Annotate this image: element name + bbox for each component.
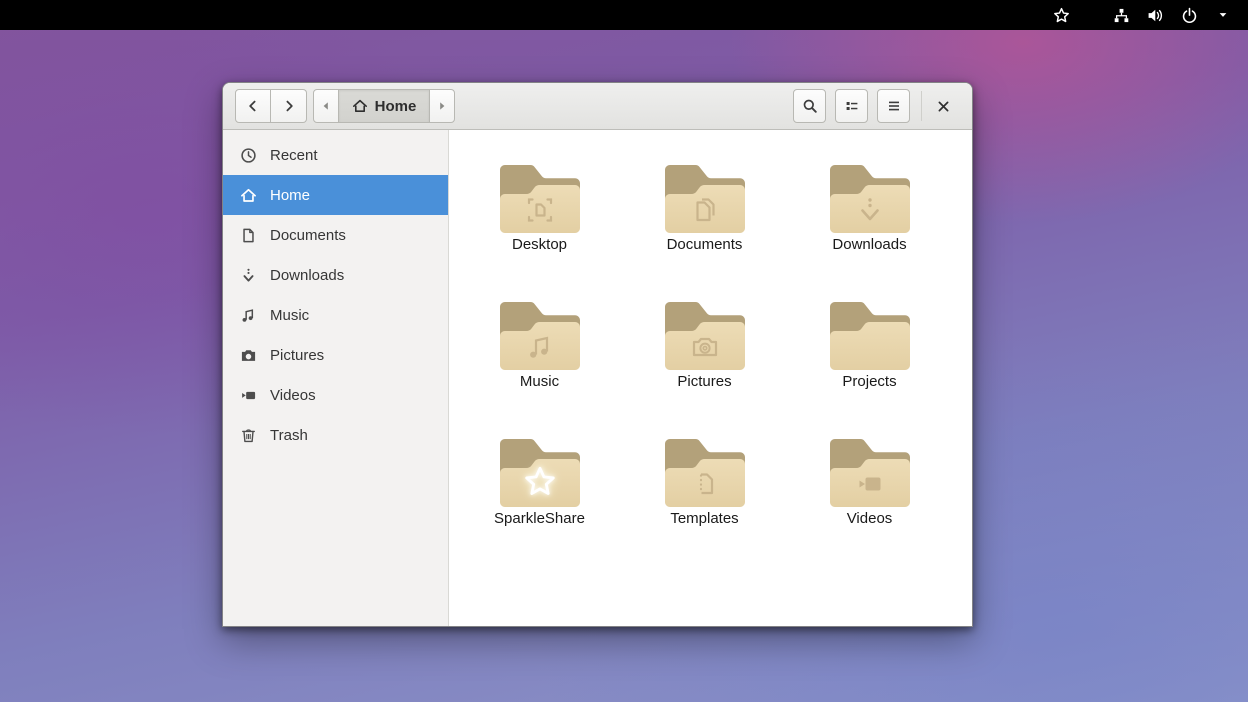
sidebar-item-documents[interactable]: Documents <box>223 215 448 255</box>
sidebar-item-label: Documents <box>270 227 346 244</box>
orange-folder-glyph <box>496 429 584 509</box>
path-bar: Home <box>313 89 455 123</box>
favorites-star-glyph <box>1053 7 1070 24</box>
triangle-right-icon <box>434 98 450 114</box>
sidebar-item-pictures[interactable]: Pictures <box>223 335 448 375</box>
menu-button[interactable] <box>877 89 910 123</box>
volume-glyph <box>1147 7 1164 24</box>
sidebar-item-recent[interactable]: Recent <box>223 135 448 175</box>
sidebar-item-label: Recent <box>270 147 318 164</box>
documents-icon <box>240 227 257 244</box>
path-current-label: Home <box>375 98 417 115</box>
sidebar-item-label: Pictures <box>270 347 324 364</box>
folder-icon <box>826 292 914 372</box>
folder-label: Desktop <box>512 236 567 253</box>
menu-chevron-glyph <box>1217 9 1229 21</box>
view-list-icon <box>844 98 860 114</box>
sidebar-item-label: Videos <box>270 387 316 404</box>
sidebar-item-trash[interactable]: Trash <box>223 415 448 455</box>
sidebar-item-label: Home <box>270 187 310 204</box>
system-top-bar <box>0 0 1248 30</box>
folder-label: SparkleShare <box>494 510 585 527</box>
folder-icon <box>496 292 584 372</box>
tan-folder-glyph <box>661 155 749 235</box>
back-icon <box>245 98 261 114</box>
folder-music[interactable]: Music <box>457 292 622 429</box>
file-grid: Desktop Documents Downloads Music Pictures Pr… <box>449 130 972 626</box>
videos-icon <box>240 387 257 404</box>
tan-folder-glyph <box>661 429 749 509</box>
file-manager-window: Home Recent Home Documents Downloads Music Pi… <box>222 82 973 627</box>
close-button[interactable] <box>926 89 960 123</box>
network-workgroup-icon[interactable] <box>1106 0 1136 30</box>
folder-icon <box>496 155 584 235</box>
search-icon <box>802 98 818 114</box>
music-icon <box>240 307 257 324</box>
history-nav <box>235 89 307 123</box>
home-icon <box>352 98 368 114</box>
sidebar-item-label: Trash <box>270 427 308 444</box>
volume-icon[interactable] <box>1140 0 1170 30</box>
path-scroll-right-button[interactable] <box>429 89 455 123</box>
power-icon[interactable] <box>1174 0 1204 30</box>
folder-label: Music <box>520 373 559 390</box>
folder-label: Templates <box>670 510 738 527</box>
sidebar-item-label: Downloads <box>270 267 344 284</box>
downloads-icon <box>240 267 257 284</box>
folder-label: Downloads <box>832 236 906 253</box>
titlebar[interactable]: Home <box>223 83 972 130</box>
folder-label: Videos <box>847 510 893 527</box>
folder-label: Pictures <box>677 373 731 390</box>
folder-desktop[interactable]: Desktop <box>457 155 622 292</box>
folder-label: Projects <box>842 373 896 390</box>
menu-chevron-icon[interactable] <box>1208 0 1238 30</box>
triangle-left-icon <box>318 98 334 114</box>
recent-icon <box>240 147 257 164</box>
tan-folder-glyph <box>496 292 584 372</box>
folder-videos[interactable]: Videos <box>787 429 952 566</box>
folder-icon <box>496 429 584 509</box>
window-body: Recent Home Documents Downloads Music Picture… <box>223 130 972 626</box>
favorites-star-icon[interactable] <box>1046 0 1076 30</box>
folder-icon <box>661 292 749 372</box>
folder-label: Documents <box>667 236 743 253</box>
tan-folder-glyph <box>826 292 914 372</box>
tan-folder-glyph <box>661 292 749 372</box>
titlebar-actions <box>784 89 960 123</box>
forward-button[interactable] <box>271 89 307 123</box>
menu-icon <box>886 98 902 114</box>
view-list-button[interactable] <box>835 89 868 123</box>
network-workgroup-glyph <box>1113 7 1130 24</box>
folder-sparkleshare[interactable]: SparkleShare <box>457 429 622 566</box>
folder-documents[interactable]: Documents <box>622 155 787 292</box>
sidebar-item-music[interactable]: Music <box>223 295 448 335</box>
folder-downloads[interactable]: Downloads <box>787 155 952 292</box>
power-glyph <box>1181 7 1198 24</box>
sidebar-item-home[interactable]: Home <box>223 175 448 215</box>
places-sidebar: Recent Home Documents Downloads Music Picture… <box>223 130 449 626</box>
folder-icon <box>661 429 749 509</box>
sidebar-item-label: Music <box>270 307 309 324</box>
folder-icon <box>826 155 914 235</box>
folder-projects[interactable]: Projects <box>787 292 952 429</box>
search-button[interactable] <box>793 89 826 123</box>
folder-pictures[interactable]: Pictures <box>622 292 787 429</box>
sidebar-item-videos[interactable]: Videos <box>223 375 448 415</box>
folder-templates[interactable]: Templates <box>622 429 787 566</box>
trash-icon <box>240 427 257 444</box>
close-icon <box>936 99 951 114</box>
tan-folder-glyph <box>496 155 584 235</box>
pictures-icon <box>240 347 257 364</box>
path-home-button[interactable]: Home <box>339 89 429 123</box>
tan-folder-glyph <box>826 429 914 509</box>
forward-icon <box>281 98 297 114</box>
titlebar-separator <box>921 91 922 121</box>
folder-icon <box>826 429 914 509</box>
path-scroll-left-button[interactable] <box>313 89 339 123</box>
home-icon <box>240 187 257 204</box>
folder-icon <box>661 155 749 235</box>
sidebar-item-downloads[interactable]: Downloads <box>223 255 448 295</box>
tan-folder-glyph <box>826 155 914 235</box>
back-button[interactable] <box>235 89 271 123</box>
